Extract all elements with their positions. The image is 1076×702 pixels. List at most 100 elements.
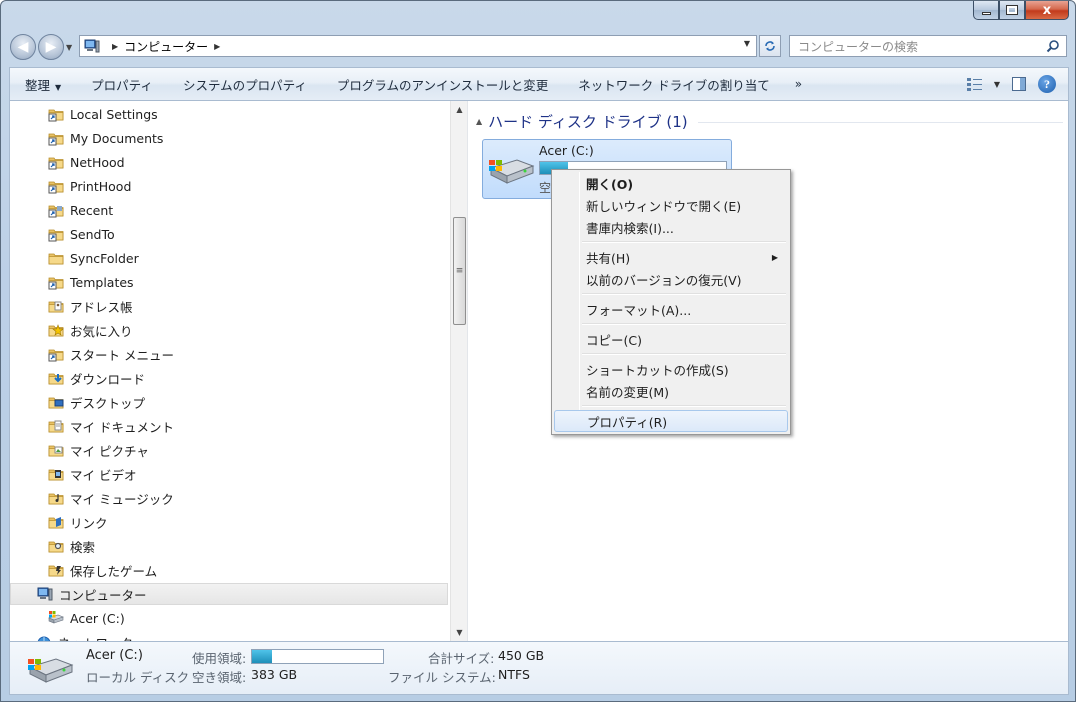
tree-item[interactable]: スタート メニュー: [10, 343, 448, 365]
tree-item[interactable]: Templates: [10, 271, 448, 293]
tree-item[interactable]: NetHood: [10, 151, 448, 173]
tree-item[interactable]: マイ ビデオ: [10, 463, 448, 485]
context-menu-item[interactable]: コピー(C): [554, 328, 788, 350]
tree-item[interactable]: お気に入り: [10, 319, 448, 341]
context-menu-item[interactable]: フォーマット(A)...: [554, 298, 788, 320]
tree-item[interactable]: コンピューター: [10, 583, 448, 605]
organize-menu[interactable]: 整理 ▼: [10, 75, 76, 94]
context-menu-item[interactable]: 開く(O): [554, 172, 788, 194]
tree-item-label: Local Settings: [70, 106, 158, 122]
minimize-icon: [981, 11, 991, 15]
close-button[interactable]: x: [1025, 1, 1069, 20]
tree-item[interactable]: マイ ピクチャ: [10, 439, 448, 461]
uninstall-program-button[interactable]: プログラムのアンインストールと変更: [322, 75, 563, 94]
navigation-scrollbar[interactable]: ▲ ≡ ▼: [450, 101, 467, 641]
tree-item[interactable]: SyncFolder: [10, 247, 448, 269]
folder-icon: [48, 250, 64, 266]
tree-item-label: デスクトップ: [70, 395, 146, 411]
tree-item[interactable]: SendTo: [10, 223, 448, 245]
tree-item[interactable]: My Documents: [10, 127, 448, 149]
forward-button[interactable]: ▶: [38, 34, 64, 60]
tree-item-label: リンク: [70, 515, 108, 531]
more-commands-button[interactable]: »: [785, 77, 812, 91]
view-options-dropdown[interactable]: ▼: [994, 80, 1000, 89]
tree-item[interactable]: マイ ドキュメント: [10, 415, 448, 437]
drive-free-space: 空: [539, 181, 552, 195]
context-menu-separator: [582, 293, 786, 295]
system-properties-button[interactable]: システムのプロパティ: [168, 75, 322, 94]
collapse-group-icon[interactable]: ▲: [476, 117, 482, 126]
recent-icon: [48, 202, 64, 218]
tree-item[interactable]: Recent: [10, 199, 448, 221]
context-menu-item[interactable]: プロパティ(R): [554, 410, 788, 432]
tree-item[interactable]: マイ ミュージック: [10, 487, 448, 509]
tree-item[interactable]: ネットワーク: [10, 631, 448, 641]
details-drive-type: ローカル ディスク: [86, 670, 190, 685]
tree-item[interactable]: アドレス帳: [10, 295, 448, 317]
maximize-button[interactable]: [999, 1, 1025, 20]
change-view-button[interactable]: [966, 75, 984, 93]
context-menu-item[interactable]: 以前のバージョンの復元(V): [554, 268, 788, 290]
breadcrumb-separator[interactable]: ▶: [214, 42, 220, 51]
properties-button[interactable]: プロパティ: [76, 75, 168, 94]
chevron-down-icon: ▼: [55, 82, 62, 92]
breadcrumb-separator[interactable]: ▶: [112, 42, 118, 51]
forward-arrow-icon: ▶: [45, 39, 57, 55]
tree-item[interactable]: PrintHood: [10, 175, 448, 197]
context-menu-item-label: ショートカットの作成(S): [586, 362, 729, 378]
minimize-button[interactable]: [973, 1, 999, 20]
context-menu: 開く(O) 新しいウィンドウで開く(E) 書庫内検索(I)... 共有(H) ▶ 以前のバ…: [551, 169, 791, 435]
group-header-label: ハード ディスク ドライブ (1): [488, 113, 688, 131]
refresh-button[interactable]: [759, 35, 781, 57]
context-menu-item[interactable]: 名前の変更(M): [554, 380, 788, 402]
tree-item-label: マイ ピクチャ: [70, 443, 149, 459]
context-menu-separator: [582, 323, 786, 325]
address-bar[interactable]: ▶ コンピューター ▶ ▼: [79, 35, 757, 57]
drive-large-icon: [28, 658, 74, 683]
help-icon[interactable]: ?: [1038, 75, 1056, 93]
tree-item-label: Templates: [70, 274, 134, 290]
group-header-hard-disks[interactable]: ▲ ハード ディスク ドライブ (1): [476, 111, 688, 132]
search-icon[interactable]: [1046, 39, 1060, 53]
tree-item[interactable]: デスクトップ: [10, 391, 448, 413]
context-menu-item[interactable]: 共有(H) ▶: [554, 246, 788, 268]
scroll-up-button[interactable]: ▲: [451, 101, 468, 118]
tree-item-label: 保存したゲーム: [70, 563, 158, 579]
tree-item[interactable]: ダウンロード: [10, 367, 448, 389]
details-usage-fill: [252, 650, 272, 663]
tree-item-label: マイ ドキュメント: [70, 419, 174, 435]
context-menu-separator: [582, 241, 786, 243]
navigation-pane[interactable]: Local Settings My Documents NetHood PrintHo…: [10, 101, 466, 641]
tree-item[interactable]: 検索: [10, 535, 448, 557]
tree-item[interactable]: リンク: [10, 511, 448, 533]
map-network-drive-button[interactable]: ネットワーク ドライブの割り当て: [563, 75, 784, 94]
computer-icon: [37, 586, 53, 602]
tree-item-label: 検索: [70, 539, 96, 555]
search-placeholder: コンピューターの検索: [798, 39, 919, 54]
context-menu-separator: [582, 405, 786, 407]
recent-pages-dropdown[interactable]: ▼: [66, 43, 72, 52]
search-input[interactable]: コンピューターの検索: [789, 35, 1067, 57]
preview-pane-button[interactable]: [1010, 75, 1028, 93]
tree-item-label: スタート メニュー: [70, 347, 174, 363]
links-folder-icon: [48, 514, 64, 530]
tree-item[interactable]: Acer (C:): [10, 607, 448, 629]
music-folder-icon: [48, 490, 64, 506]
back-button[interactable]: ◀: [10, 34, 36, 60]
tree-item[interactable]: 保存したゲーム: [10, 559, 448, 581]
context-menu-item-label: 書庫内検索(I)...: [586, 220, 674, 236]
context-menu-item-label: 名前の変更(M): [586, 384, 670, 400]
pictures-folder-icon: [48, 442, 64, 458]
tree-item[interactable]: Local Settings: [10, 103, 448, 125]
context-menu-item[interactable]: 書庫内検索(I)...: [554, 216, 788, 238]
tree-item-label: NetHood: [70, 154, 125, 170]
shortcut-folder-icon: [48, 274, 64, 290]
explorer-window: x ◀ ▶ ▼ ▶ コンピューター ▶ ▼ コンピューターの検索 整理 ▼ プロ…: [0, 0, 1076, 702]
scroll-thumb[interactable]: ≡: [453, 217, 466, 325]
address-history-dropdown[interactable]: ▼: [744, 39, 750, 48]
scroll-down-button[interactable]: ▼: [451, 624, 468, 641]
context-menu-item[interactable]: ショートカットの作成(S): [554, 358, 788, 380]
shortcut-folder-icon: [48, 178, 64, 194]
context-menu-item[interactable]: 新しいウィンドウで開く(E): [554, 194, 788, 216]
breadcrumb-computer[interactable]: コンピューター: [124, 38, 208, 55]
